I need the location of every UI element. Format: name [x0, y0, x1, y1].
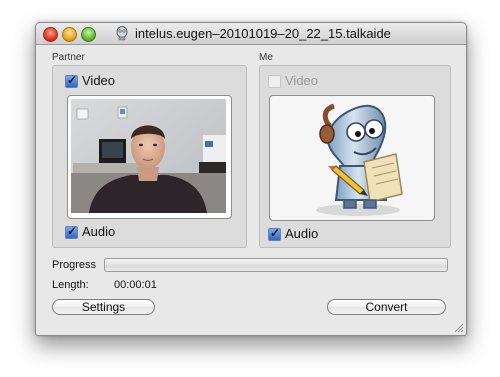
length-value: 00:00:01: [114, 279, 157, 291]
settings-button[interactable]: Settings: [52, 299, 155, 315]
me-group-label: Me: [259, 52, 273, 63]
me-video-label: Video: [285, 73, 319, 88]
minimize-window-button[interactable]: [62, 27, 77, 42]
partner-group: ✓ Video ✓ Audio: [52, 65, 247, 248]
partner-audio-checkbox[interactable]: ✓: [65, 224, 78, 239]
partner-video-frame: [67, 95, 232, 219]
checkmark-icon: ✓: [270, 226, 281, 240]
document-robot-icon: [116, 26, 128, 41]
partner-group-label: Partner: [52, 52, 85, 63]
me-video-checkbox[interactable]: [268, 75, 281, 88]
resize-grip-icon[interactable]: [454, 323, 464, 333]
partner-audio-label[interactable]: Audio: [82, 224, 115, 239]
checkmark-icon: ✓: [67, 224, 78, 238]
robot-mascot-icon: [316, 103, 403, 216]
me-video-frame: [269, 95, 435, 221]
partner-video-image: [71, 99, 226, 213]
app-window: intelus.eugen–20101019–20_22_15.talkaide…: [35, 22, 467, 336]
convert-button[interactable]: Convert: [327, 299, 446, 315]
checkmark-icon: ✓: [67, 73, 78, 87]
progress-bar: [104, 258, 448, 272]
partner-video-checkbox[interactable]: ✓: [65, 73, 78, 88]
me-audio-checkbox[interactable]: ✓: [268, 226, 281, 241]
close-window-button[interactable]: [43, 27, 58, 42]
progress-label: Progress: [52, 259, 97, 271]
me-audio-label[interactable]: Audio: [285, 226, 318, 241]
partner-video-label[interactable]: Video: [82, 73, 115, 88]
me-group: Video ✓ Audio: [259, 65, 451, 248]
zoom-window-button[interactable]: [81, 27, 96, 42]
length-label: Length:: [52, 279, 89, 291]
title-bar[interactable]: intelus.eugen–20101019–20_22_15.talkaide: [36, 23, 466, 45]
window-title: intelus.eugen–20101019–20_22_15.talkaide: [135, 26, 391, 41]
